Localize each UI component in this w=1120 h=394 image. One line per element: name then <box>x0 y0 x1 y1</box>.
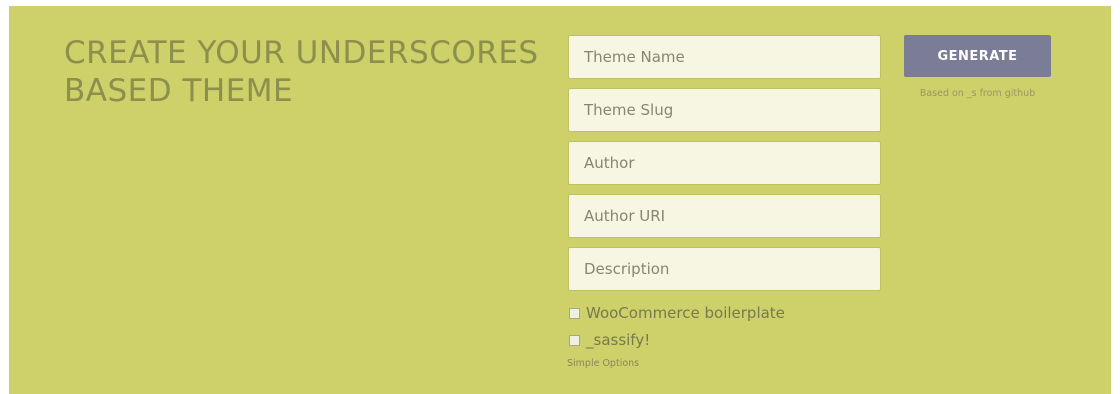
generate-button[interactable]: GENERATE <box>904 35 1051 77</box>
based-on-note: Based on _s from github <box>919 88 1036 99</box>
woocommerce-label: WooCommerce boilerplate <box>586 304 785 322</box>
woocommerce-option[interactable]: WooCommerce boilerplate <box>569 304 785 322</box>
theme-slug-input[interactable] <box>568 88 881 132</box>
sassify-option[interactable]: _sassify! <box>569 331 650 349</box>
simple-options-link[interactable]: Simple Options <box>567 358 639 369</box>
author-uri-input[interactable] <box>568 194 881 238</box>
sassify-label: _sassify! <box>586 331 651 349</box>
author-input[interactable] <box>568 141 881 185</box>
theme-name-input[interactable] <box>568 35 881 79</box>
sassify-checkbox[interactable] <box>569 334 580 346</box>
theme-generator-panel: CREATE YOUR UNDERSCORES BASED THEME WooC… <box>9 6 1111 394</box>
woocommerce-checkbox[interactable] <box>569 307 580 319</box>
page-title: CREATE YOUR UNDERSCORES BASED THEME <box>64 35 539 109</box>
description-input[interactable] <box>568 247 881 291</box>
